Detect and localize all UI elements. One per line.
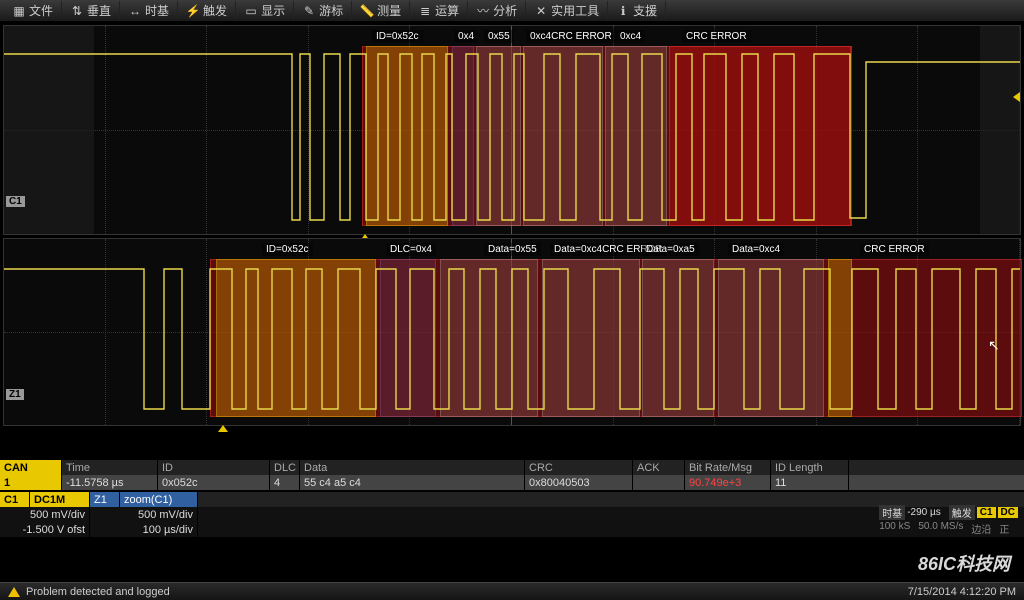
zoom-label-d1: Data=0x55 xyxy=(484,243,541,256)
val-data: 55 c4 a5 c4 xyxy=(300,475,525,490)
channel-label-z1: Z1 xyxy=(6,389,24,400)
chan-c1-offset: -1.500 V ofst xyxy=(0,522,90,537)
info-mode: 边沿 xyxy=(971,521,991,536)
val-crc: 0x80040503 xyxy=(525,475,633,490)
waveform-zoom[interactable]: ID=0x52c DLC=0x4 Data=0x55 Data=0xc4 CRC … xyxy=(3,238,1021,426)
decode-label-d2: 0xc4CRC ERROR xyxy=(526,30,616,43)
display-icon: ▭ xyxy=(244,4,258,18)
timebase-trigger-info[interactable]: 时基 -290 µs 触发 C1 DC 100 kS 50.0 MS/s 边沿 … xyxy=(879,505,1018,536)
decode-table-area: CAN Time ID DLC Data CRC ACK Bit Rate/Ms… xyxy=(0,460,1024,537)
info-rate: 50.0 MS/s xyxy=(918,521,963,536)
zoom-overlay-d4 xyxy=(718,259,824,417)
chan-z1-name[interactable]: Z1 xyxy=(90,492,120,507)
zoom-overlay-d3 xyxy=(642,259,714,417)
trigger-level-arrow xyxy=(1013,92,1020,102)
zoom-overlay-id xyxy=(216,259,376,417)
col-data: Data xyxy=(300,460,525,475)
decode-overlay-id xyxy=(366,46,448,226)
decode-label-crc: CRC ERROR xyxy=(682,30,751,43)
vertical-icon: ⇅ xyxy=(70,4,84,18)
col-crc: CRC xyxy=(525,460,633,475)
watermark-text: 86IC科技网 xyxy=(918,550,1010,576)
val-id: 0x052c xyxy=(158,475,270,490)
math-icon: ≣ xyxy=(418,4,432,18)
zoom-overlay-d1 xyxy=(440,259,538,417)
col-bitrate: Bit Rate/Msg xyxy=(685,460,771,475)
trigger-label: 触发 xyxy=(949,505,975,520)
trigger-icon: ⚡ xyxy=(186,4,200,18)
col-dlc: DLC xyxy=(270,460,300,475)
decode-overlay-d3 xyxy=(605,46,667,226)
bus-label[interactable]: CAN xyxy=(0,460,62,475)
util-icon: ✕ xyxy=(534,4,548,18)
timebase-icon: ↔ xyxy=(128,4,142,18)
decode-label-d1: 0x55 xyxy=(484,30,514,43)
val-bitrate: 90.749e+3 xyxy=(685,475,771,490)
chan-z1-source[interactable]: zoom(C1) xyxy=(120,492,198,507)
status-datetime: 7/15/2014 4:12:20 PM xyxy=(908,586,1016,598)
timebase-delay: -290 µs xyxy=(907,507,941,518)
zoom-label-dlc: DLC=0x4 xyxy=(386,243,436,256)
decode-overlay-d1 xyxy=(476,46,521,226)
info-samples: 100 kS xyxy=(879,521,910,536)
val-time: -11.5758 µs xyxy=(62,475,158,490)
decode-label-dlc: 0x4 xyxy=(454,30,478,43)
zoom-label-d4: Data=0xc4 xyxy=(728,243,784,256)
trig-src-badge: C1 xyxy=(977,507,996,518)
decode-overlay-crc xyxy=(669,46,851,226)
dark-region-right xyxy=(980,26,1020,234)
measure-icon: 📏 xyxy=(360,4,374,18)
zoom-overlay-crc1 xyxy=(828,259,852,417)
menu-support[interactable]: ℹ支援 xyxy=(608,1,666,21)
val-ack xyxy=(633,475,685,490)
menu-cursor[interactable]: ✎游标 xyxy=(294,1,352,21)
menu-measure[interactable]: 📏测量 xyxy=(352,1,410,21)
support-icon: ℹ xyxy=(616,4,630,18)
col-idlen: ID Length xyxy=(771,460,849,475)
row-index: 1 xyxy=(0,475,62,490)
menu-trigger[interactable]: ⚡触发 xyxy=(178,1,236,21)
info-status: 正 xyxy=(999,521,1009,536)
val-dlc: 4 xyxy=(270,475,300,490)
zoom-overlay-d2 xyxy=(542,259,640,417)
status-message: Problem detected and logged xyxy=(26,586,170,598)
zoom-label-id: ID=0x52c xyxy=(262,243,313,256)
col-ack: ACK xyxy=(633,460,685,475)
decode-header-row: CAN Time ID DLC Data CRC ACK Bit Rate/Ms… xyxy=(0,460,1024,475)
menu-display[interactable]: ▭显示 xyxy=(236,1,294,21)
warning-icon xyxy=(8,587,20,597)
chan-c1-name[interactable]: C1 xyxy=(0,492,30,507)
col-id: ID xyxy=(158,460,270,475)
decode-data-row[interactable]: 1 -11.5758 µs 0x052c 4 55 c4 a5 c4 0x800… xyxy=(0,475,1024,490)
status-bar: Problem detected and logged 7/15/2014 4:… xyxy=(0,582,1024,600)
zoom-label-crc: CRC ERROR xyxy=(860,243,929,256)
menu-utility[interactable]: ✕实用工具 xyxy=(526,1,608,21)
menu-vertical[interactable]: ⇅垂直 xyxy=(62,1,120,21)
menu-analyze[interactable]: 〰分析 xyxy=(468,1,526,21)
zoom-overlay-dlc xyxy=(380,259,436,417)
channel-label-c1: C1 xyxy=(6,196,25,207)
val-idlen: 11 xyxy=(771,475,849,490)
analyze-icon: 〰 xyxy=(476,4,490,18)
waveform-main[interactable]: ID=0x52c 0x4 0x55 0xc4CRC ERROR 0xc4 CRC… xyxy=(3,25,1021,235)
main-toolbar: ▦文件 ⇅垂直 ↔时基 ⚡触发 ▭显示 ✎游标 📏测量 ≣运算 〰分析 ✕实用工… xyxy=(0,0,1024,22)
chan-c1-scale: 500 mV/div xyxy=(0,507,90,522)
zoom-label-d3: Data=0xa5 xyxy=(642,243,699,256)
chan-z1-time: 100 µs/div xyxy=(90,522,198,537)
timebase-label: 时基 xyxy=(879,505,905,520)
chan-z1-scale: 500 mV/div xyxy=(90,507,198,522)
decode-overlay-d2 xyxy=(523,46,603,226)
decode-label-d3: 0xc4 xyxy=(616,30,645,43)
file-icon: ▦ xyxy=(12,4,26,18)
decode-label-id: ID=0x52c xyxy=(372,30,423,43)
decode-overlay-dlc xyxy=(452,46,474,226)
menu-file[interactable]: ▦文件 xyxy=(4,1,62,21)
menu-timebase[interactable]: ↔时基 xyxy=(120,1,178,21)
zoom-trigger-marker xyxy=(218,425,228,432)
col-time: Time xyxy=(62,460,158,475)
chan-c1-coupling[interactable]: DC1M xyxy=(30,492,90,507)
trig-coupling-badge: DC xyxy=(998,507,1018,518)
menu-math[interactable]: ≣运算 xyxy=(410,1,468,21)
cursor-icon: ✎ xyxy=(302,4,316,18)
